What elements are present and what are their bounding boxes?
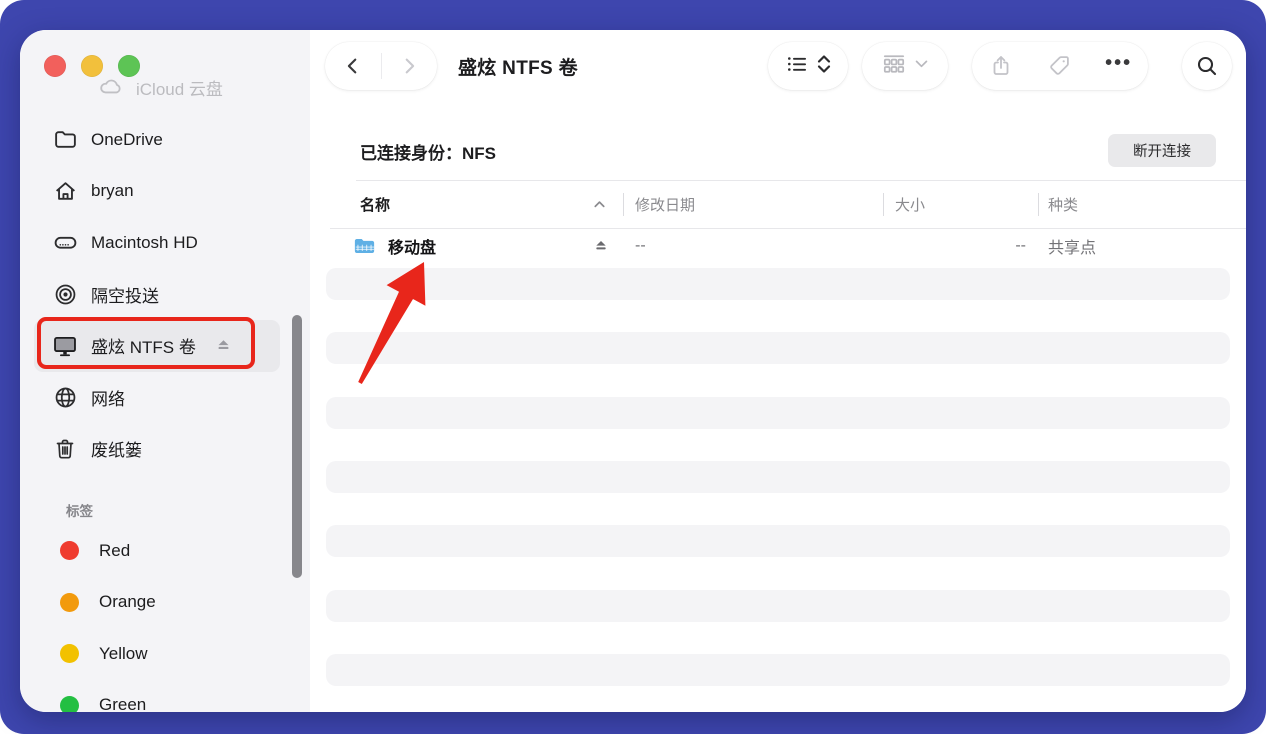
finder-window: iCloud 云盘 OneDrive bryan [20, 30, 1246, 712]
display-icon [52, 333, 78, 359]
cloud-icon [98, 74, 124, 100]
sidebar-item-macintosh-hd[interactable]: Macintosh HD [34, 217, 280, 269]
tag-icon [1048, 54, 1072, 78]
sidebar-item-trash[interactable]: 废纸篓 [34, 423, 280, 475]
shared-folder-icon [354, 228, 375, 263]
tag-button[interactable] [1032, 42, 1088, 90]
list-row-stripe [326, 397, 1230, 429]
sidebar-item-label: 隔空投送 [91, 282, 159, 307]
tag-green[interactable]: Green [34, 680, 280, 713]
file-size: -- [958, 228, 1026, 263]
airdrop-icon [52, 281, 78, 307]
tag-color-dot [60, 593, 79, 612]
list-row-stripe [326, 525, 1230, 557]
disconnect-button[interactable]: 断开连接 [1108, 134, 1216, 167]
tag-color-dot [60, 696, 79, 712]
sidebar-item-home-bryan[interactable]: bryan [34, 166, 280, 218]
tag-color-dot [60, 644, 79, 663]
list-row-stripe [326, 461, 1230, 493]
divider [623, 193, 624, 216]
divider [1038, 193, 1039, 216]
share-icon [989, 54, 1013, 78]
tag-label: Green [99, 695, 146, 712]
list-row-stripe [326, 590, 1230, 622]
sidebar-item-airdrop[interactable]: 隔空投送 [34, 269, 280, 321]
tag-label: Orange [99, 592, 156, 612]
main-content: 盛炫 NTFS 卷 [310, 30, 1246, 712]
screenshot-frame: iCloud 云盘 OneDrive bryan [0, 0, 1266, 734]
sidebar-item-label: OneDrive [91, 130, 163, 150]
list-row-stripe [326, 268, 1230, 300]
more-icon: ••• [1105, 53, 1132, 79]
sidebar-item-ntfs-volume[interactable]: 盛炫 NTFS 卷 [34, 320, 280, 372]
sidebar-item-label: 盛炫 NTFS 卷 [91, 333, 196, 358]
sidebar-item-label: 废纸篓 [91, 436, 142, 461]
column-header-name[interactable]: 名称 [360, 180, 390, 228]
view-mode-button[interactable] [768, 42, 848, 90]
sidebar-item-onedrive[interactable]: OneDrive [34, 114, 280, 166]
minimize-button[interactable] [81, 55, 103, 77]
tag-color-dot [60, 541, 79, 560]
table-header: 名称 修改日期 大小 种类 [310, 180, 1246, 228]
group-view-button[interactable] [862, 42, 948, 90]
sidebar-item-label: Macintosh HD [91, 233, 198, 253]
globe-icon [52, 384, 78, 410]
column-header-date-modified[interactable]: 修改日期 [635, 180, 695, 228]
list-row-stripe [326, 654, 1230, 686]
trash-icon [52, 436, 78, 462]
file-kind: 共享点 [1048, 228, 1096, 263]
tag-yellow[interactable]: Yellow [34, 628, 280, 680]
sort-ascending-icon [592, 180, 607, 228]
search-button[interactable] [1182, 42, 1232, 90]
more-button[interactable]: ••• [1091, 42, 1147, 90]
sort-chevrons-icon [816, 52, 832, 81]
navigation-buttons [325, 42, 437, 90]
action-buttons: ••• [972, 42, 1148, 90]
sidebar-list: OneDrive bryan Macintosh HD [34, 114, 280, 475]
connection-status: 已连接身份：NFS [360, 134, 496, 168]
search-icon [1195, 54, 1219, 78]
tags-section-header: 标签 [66, 500, 93, 520]
sidebar-item-network[interactable]: 网络 [34, 372, 280, 424]
list-row-stripe [326, 332, 1230, 364]
tag-orange[interactable]: Orange [34, 577, 280, 629]
eject-icon[interactable] [593, 228, 609, 263]
tag-label: Yellow [99, 644, 148, 664]
chevron-down-icon [913, 55, 930, 77]
tag-red[interactable]: Red [34, 525, 280, 577]
share-button[interactable] [973, 42, 1029, 90]
sidebar-item-label: 网络 [91, 385, 125, 410]
divider [883, 193, 884, 216]
window-controls [44, 55, 140, 77]
file-name[interactable]: 移动盘 [388, 228, 436, 263]
window-title: 盛炫 NTFS 卷 [458, 30, 578, 102]
maximize-button[interactable] [118, 55, 140, 77]
forward-button[interactable] [382, 42, 437, 90]
eject-icon[interactable] [215, 337, 232, 354]
back-button[interactable] [326, 42, 381, 90]
harddrive-icon [52, 230, 78, 256]
column-header-size[interactable]: 大小 [895, 180, 925, 228]
group-view-icon [881, 51, 907, 82]
tags-list: Red Orange Yellow Green [34, 525, 280, 712]
sidebar-item-icloud[interactable]: iCloud 云盘 [98, 74, 223, 100]
close-button[interactable] [44, 55, 66, 77]
sidebar-item-label: bryan [91, 181, 134, 201]
home-icon [52, 178, 78, 204]
column-header-kind[interactable]: 种类 [1048, 180, 1078, 228]
sidebar-item-label: iCloud 云盘 [136, 75, 223, 100]
file-date-modified: -- [635, 228, 646, 263]
table-row[interactable]: 移动盘 -- -- 共享点 [310, 228, 1246, 263]
sidebar: iCloud 云盘 OneDrive bryan [20, 30, 310, 712]
tag-label: Red [99, 541, 130, 561]
sidebar-scrollbar[interactable] [292, 315, 302, 578]
list-view-icon [785, 52, 809, 81]
folder-icon [52, 127, 78, 153]
